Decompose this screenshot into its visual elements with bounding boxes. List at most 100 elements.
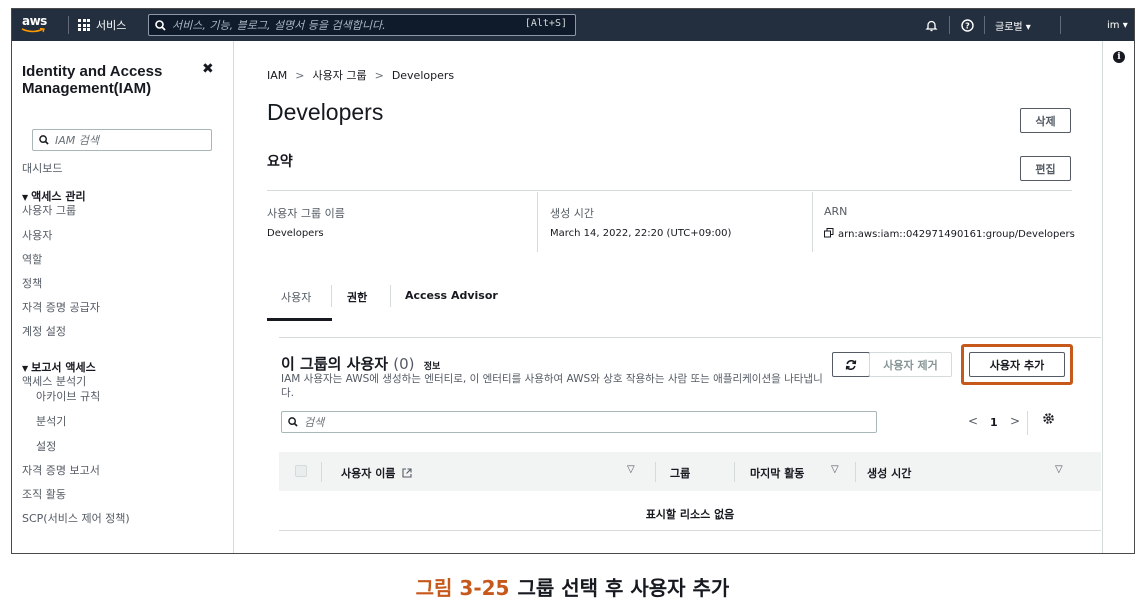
users-search-placeholder: 검색	[304, 416, 325, 429]
sidebar-item-user-groups[interactable]: 사용자 그룹	[22, 202, 76, 218]
gear-icon	[1043, 413, 1054, 424]
page-number[interactable]: 1	[990, 416, 998, 429]
search-placeholder: 서비스, 기능, 블로그, 설명서 등을 검색합니다.	[172, 19, 386, 32]
table-bottom-border	[279, 530, 1101, 531]
services-menu-button[interactable]: 서비스	[78, 17, 126, 33]
prev-page-icon[interactable]: <	[968, 414, 978, 428]
help-icon: ?	[961, 18, 974, 32]
copy-icon[interactable]	[824, 228, 834, 238]
breadcrumb-user-groups[interactable]: 사용자 그룹	[312, 67, 366, 83]
sort-icon[interactable]: ▽	[1055, 464, 1063, 475]
sidebar-item-users[interactable]: 사용자	[22, 227, 52, 243]
nav-divider	[984, 16, 985, 34]
settings-button[interactable]	[1042, 412, 1055, 428]
sidebar-item-credential-report[interactable]: 자격 증명 보고서	[22, 462, 100, 478]
account-menu[interactable]: im ▾	[1107, 9, 1128, 41]
arn-value: arn:aws:iam::042971490161:group/Develope…	[824, 228, 1075, 240]
tab-access-advisor[interactable]: Access Advisor	[405, 289, 498, 302]
tab-permissions[interactable]: 권한	[347, 289, 367, 305]
grid-icon	[78, 19, 90, 31]
notifications-button[interactable]	[925, 9, 938, 41]
sidebar-item-archive-rules[interactable]: 아카이브 규칙	[36, 388, 100, 404]
arn-text: arn:aws:iam::042971490161:group/Develope…	[838, 229, 1075, 240]
breadcrumb-current: Developers	[391, 68, 455, 82]
edit-button[interactable]: 편집	[1020, 156, 1071, 181]
sidebar-item-organization-activity[interactable]: 조직 활동	[22, 486, 66, 502]
summary-title: 요약	[267, 154, 293, 170]
help-button[interactable]: ?	[961, 9, 974, 41]
column-separator	[855, 462, 856, 482]
global-search-input[interactable]: 서비스, 기능, 블로그, 설명서 등을 검색합니다. [Alt+S]	[148, 14, 576, 36]
region-selector[interactable]: 글로벌 ▾	[995, 9, 1031, 41]
page-title: Developers	[267, 99, 384, 125]
divider	[267, 190, 1072, 191]
help-panel-rail: i	[1102, 41, 1134, 553]
info-icon[interactable]: i	[1113, 51, 1125, 63]
users-panel-title-text: 이 그룹의 사용자	[281, 355, 389, 373]
users-search-input[interactable]: 검색	[281, 411, 877, 433]
column-separator	[734, 462, 735, 482]
sidebar-item-access-analyzer[interactable]: 액세스 분석기	[22, 373, 86, 389]
close-icon[interactable]: ✖	[202, 61, 214, 77]
divider	[1027, 411, 1028, 435]
main-content: IAM > 사용자 그룹 > Developers Developers 삭제 …	[234, 41, 1102, 553]
chevron-right-icon: >	[374, 68, 384, 82]
column-group[interactable]: 그룹	[670, 465, 690, 481]
info-link[interactable]: 정보	[424, 362, 441, 372]
delete-button[interactable]: 삭제	[1020, 108, 1071, 133]
breadcrumb-iam[interactable]: IAM	[267, 69, 287, 82]
sort-icon[interactable]: ▽	[627, 464, 635, 475]
caret-down-icon: ▼	[22, 193, 29, 202]
users-panel-description: IAM 사용자는 AWS에 생성하는 엔터티로, 이 엔터티를 사용하여 AWS…	[281, 373, 823, 399]
browser-frame: aws 서비스 서비스, 기능, 블로그, 설명서 등을 검색합니다. [Alt…	[11, 8, 1135, 554]
sidebar-item-scp[interactable]: SCP(서비스 제어 정책)	[22, 510, 130, 526]
highlight-box	[961, 344, 1073, 385]
iam-search-input[interactable]: IAM 검색	[32, 129, 212, 151]
arn-label: ARN	[824, 205, 848, 218]
figure-caption: 그림 3-25 그룹 선택 후 사용자 추가	[0, 572, 1145, 601]
panel-top-border	[279, 337, 1101, 338]
sidebar-item-analyzers[interactable]: 분석기	[36, 413, 66, 429]
search-shortcut: [Alt+S]	[524, 18, 567, 29]
svg-text:?: ?	[965, 21, 970, 30]
iam-search-placeholder: IAM 검색	[55, 134, 99, 147]
nav-divider	[949, 16, 950, 34]
divider	[812, 192, 813, 252]
sidebar-item-account-settings[interactable]: 계정 설정	[22, 323, 66, 339]
column-user-name-label: 사용자 이름	[341, 467, 396, 480]
active-tab-indicator	[267, 318, 332, 321]
sidebar-item-settings[interactable]: 설정	[36, 438, 56, 454]
refresh-button[interactable]	[832, 352, 870, 377]
tab-users[interactable]: 사용자	[281, 289, 311, 305]
sort-icon[interactable]: ▽	[831, 464, 839, 475]
column-creation-time[interactable]: 생성 시간	[867, 465, 911, 481]
empty-state-text: 표시할 리소스 없음	[645, 508, 735, 521]
sidebar-title: Identity and Access Management(IAM)	[22, 63, 163, 97]
sidebar-item-dashboard[interactable]: 대시보드	[22, 160, 62, 176]
column-user-name[interactable]: 사용자 이름	[341, 465, 412, 481]
search-icon	[39, 135, 49, 145]
column-separator	[321, 462, 322, 482]
users-count: (0)	[393, 355, 415, 373]
sidebar-item-policies[interactable]: 정책	[22, 275, 42, 291]
group-name-value: Developers	[267, 228, 324, 239]
column-separator	[655, 462, 656, 482]
tab-divider	[331, 285, 332, 307]
column-last-activity[interactable]: 마지막 활동	[750, 465, 804, 481]
select-all-checkbox[interactable]	[295, 465, 307, 477]
top-nav: aws 서비스 서비스, 기능, 블로그, 설명서 등을 검색합니다. [Alt…	[12, 9, 1134, 41]
aws-logo[interactable]: aws	[20, 12, 52, 38]
chevron-right-icon: >	[295, 68, 305, 82]
breadcrumb: IAM > 사용자 그룹 > Developers	[267, 67, 454, 83]
services-label: 서비스	[96, 19, 127, 32]
search-icon	[155, 19, 166, 31]
sidebar-item-roles[interactable]: 역할	[22, 251, 42, 267]
next-page-icon[interactable]: >	[1010, 414, 1020, 428]
users-panel-title: 이 그룹의 사용자 (0) 정보	[281, 353, 440, 374]
table-header: 사용자 이름 ▽ 그룹 마지막 활동 ▽ 생성 시간 ▽	[279, 452, 1101, 491]
sidebar-item-identity-providers[interactable]: 자격 증명 공급자	[22, 299, 100, 315]
caret-down-icon: ▼	[22, 364, 29, 373]
divider	[537, 192, 538, 252]
external-link-icon	[402, 468, 412, 478]
remove-user-button[interactable]: 사용자 제거	[869, 352, 952, 377]
